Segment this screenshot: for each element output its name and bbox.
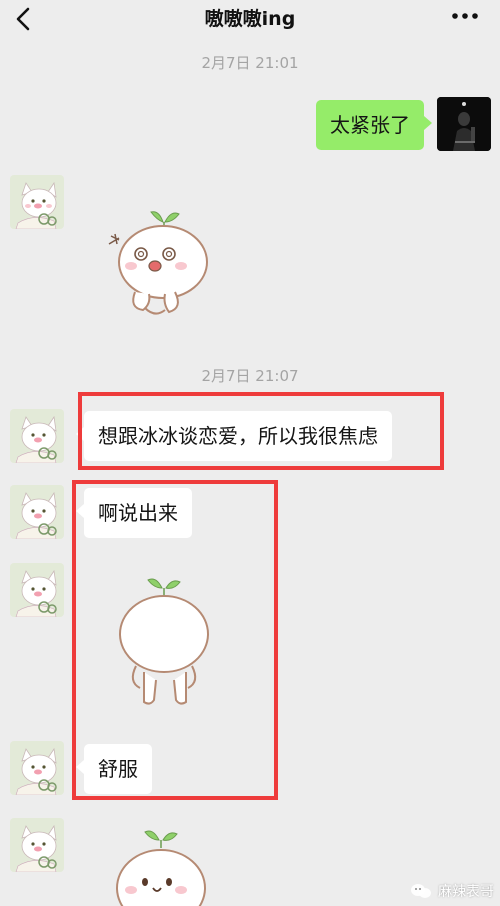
avatar-other[interactable] <box>10 563 64 617</box>
chat-header: 嗷嗷嗷ing <box>0 0 500 38</box>
cartoon-cat-avatar-icon <box>10 741 64 795</box>
wechat-icon <box>411 884 431 898</box>
sprout-character-dizzy-icon <box>108 211 208 315</box>
chat-title: 嗷嗷嗷ing <box>204 8 296 30</box>
highlight-box <box>78 392 444 470</box>
avatar-other[interactable] <box>10 818 64 872</box>
sticker-dizzy[interactable] <box>105 200 225 329</box>
chat-screen: 嗷嗷嗷ing 2月7日 21:01 太紧张了 2月7日 21:07 想跟冰冰谈恋… <box>0 0 500 906</box>
timestamp: 2月7日 21:01 <box>201 54 299 72</box>
message-bubble-self[interactable]: 太紧张了 <box>316 100 432 150</box>
highlight-box <box>72 480 278 800</box>
sprout-character-happy-icon <box>116 830 206 906</box>
watermark-label: 麻辣表哥 <box>438 884 494 900</box>
timestamp: 2月7日 21:07 <box>201 367 299 385</box>
cartoon-cat-avatar-icon <box>10 818 64 872</box>
more-dots-icon <box>452 13 478 19</box>
avatar-other[interactable] <box>10 741 64 795</box>
avatar-other[interactable] <box>10 409 64 463</box>
avatar-other[interactable] <box>10 485 64 539</box>
photo-avatar-icon <box>437 97 491 151</box>
cartoon-cat-avatar-icon <box>10 563 64 617</box>
avatar-self[interactable] <box>437 97 491 151</box>
more-button[interactable] <box>450 6 480 26</box>
cartoon-cat-avatar-icon <box>10 409 64 463</box>
cartoon-cat-avatar-icon <box>10 175 64 229</box>
avatar-other[interactable] <box>10 175 64 229</box>
watermark: 麻辣表哥 <box>410 880 494 902</box>
cartoon-cat-avatar-icon <box>10 485 64 539</box>
sticker-happy[interactable] <box>105 826 215 906</box>
